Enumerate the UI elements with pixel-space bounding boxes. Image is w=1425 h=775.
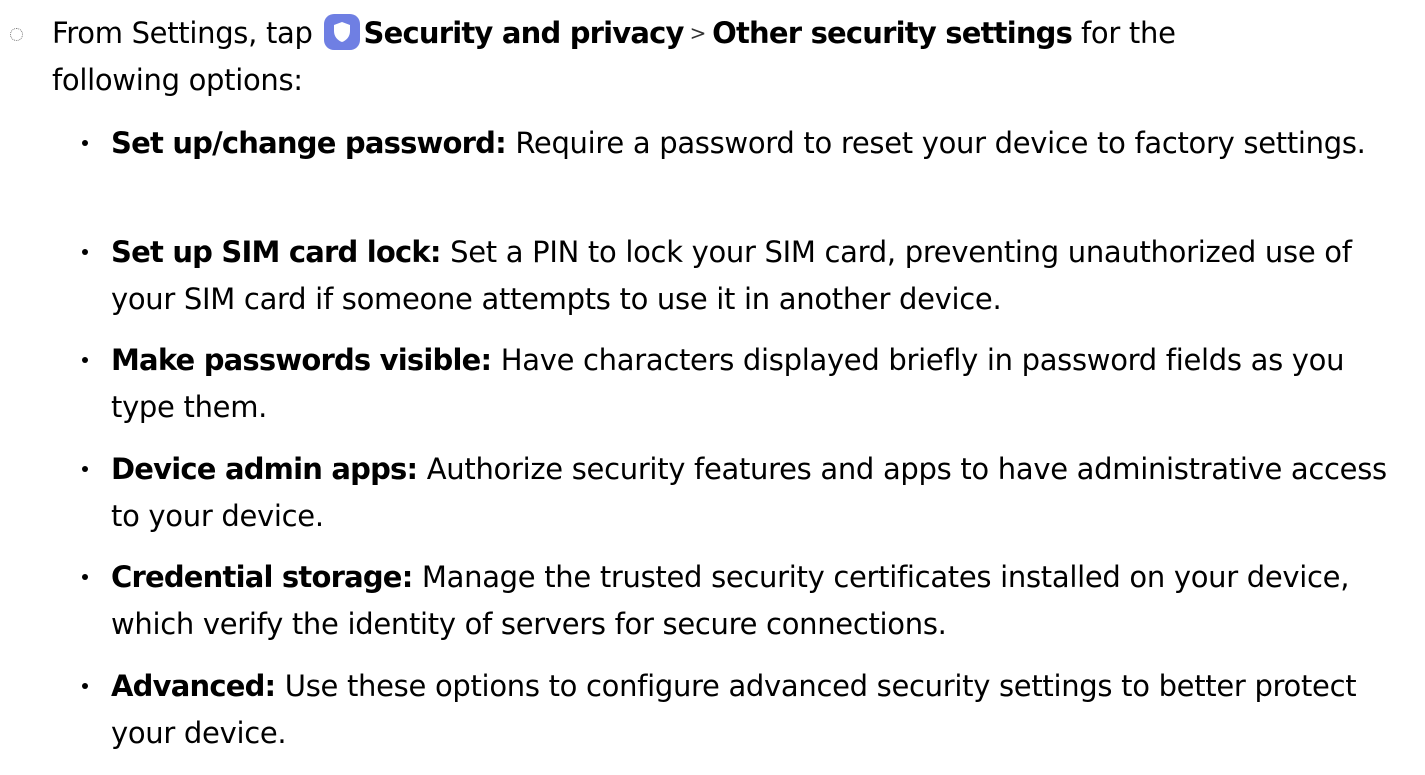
term-colon: : xyxy=(495,126,507,160)
option-term: Credential storage xyxy=(111,560,402,595)
term-colon: : xyxy=(401,560,414,595)
list-item: Set up/change password: Require a passwo… xyxy=(82,120,1411,214)
bullet-icon xyxy=(82,465,88,472)
option-description: Require a password to reset your device … xyxy=(515,126,1366,160)
menu-item-security-privacy: Security and privacy xyxy=(363,16,685,50)
step-instruction: From Settings, tap Security and privacy >… xyxy=(52,10,1412,104)
term-colon: : xyxy=(429,234,442,269)
bullet-icon xyxy=(82,140,88,146)
option-term: Advanced xyxy=(111,668,265,703)
step-tail-text: for the xyxy=(1072,16,1176,50)
list-item: Device admin apps: Authorize security fe… xyxy=(82,446,1411,540)
option-term: Set up/change password xyxy=(111,126,496,160)
step-intro-text: From Settings, tap xyxy=(52,16,313,50)
bullet-icon xyxy=(82,574,88,581)
list-item: Credential storage: Manage the trusted s… xyxy=(82,554,1411,648)
bullet-icon xyxy=(82,357,88,364)
option-term: Set up SIM card lock xyxy=(111,234,431,269)
term-colon: : xyxy=(406,451,419,486)
step-tail-text-line2: following options: xyxy=(52,63,303,97)
menu-item-other-security-settings: Other security settings xyxy=(712,16,1073,50)
option-term: Make passwords visible xyxy=(111,343,481,378)
instruction-page: From Settings, tap Security and privacy >… xyxy=(0,0,1425,775)
bullet-icon xyxy=(82,682,88,689)
bullet-icon xyxy=(82,248,88,255)
list-item: Make passwords visible: Have characters … xyxy=(82,337,1411,431)
term-colon: : xyxy=(480,343,493,378)
option-description: Use these options to configure advanced … xyxy=(111,668,1357,750)
step-bullet-icon xyxy=(10,28,23,41)
path-separator: > xyxy=(689,21,707,45)
term-colon: : xyxy=(264,668,277,703)
list-item: Advanced: Use these options to configure… xyxy=(82,663,1411,757)
option-term: Device admin apps xyxy=(111,451,407,486)
options-list: Set up/change password: Require a passwo… xyxy=(82,120,1411,772)
list-item: Set up SIM card lock: Set a PIN to lock … xyxy=(82,229,1411,323)
shield-icon xyxy=(323,14,360,50)
